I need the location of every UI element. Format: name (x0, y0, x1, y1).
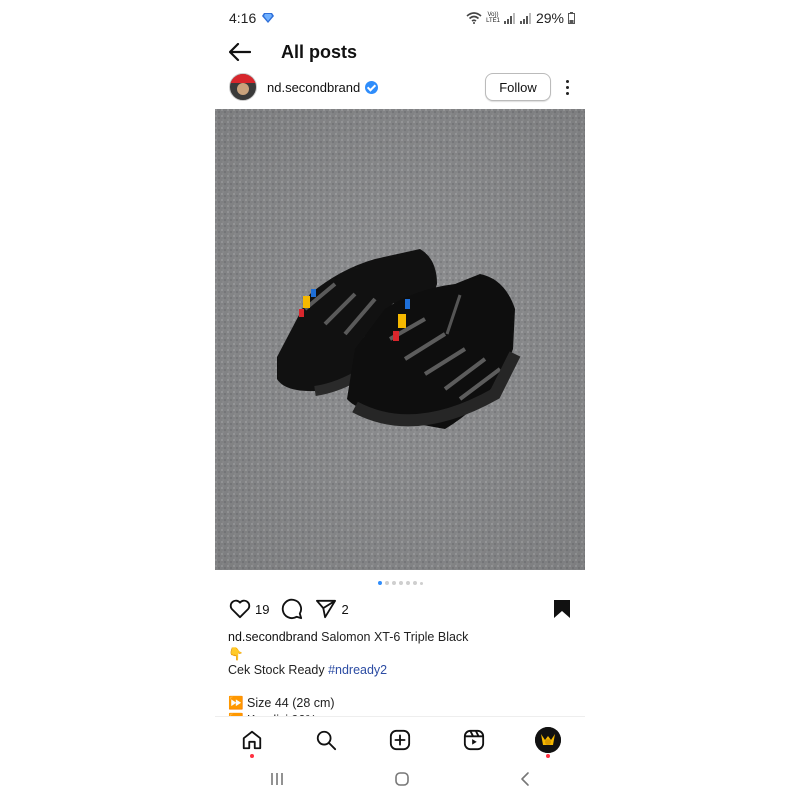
nav-reels[interactable] (459, 725, 489, 755)
caption-emoji: 👇 (228, 646, 244, 661)
status-right: Vo)) LTE1 29% (466, 10, 575, 26)
like-count[interactable]: 19 (255, 602, 269, 617)
nav-create[interactable] (385, 725, 415, 755)
signal-icon (503, 12, 515, 24)
carousel-dot (391, 581, 396, 585)
reels-icon (463, 729, 485, 751)
author-username[interactable]: nd.secondbrand (267, 80, 360, 95)
bookmark-icon[interactable] (553, 599, 571, 619)
search-icon (316, 730, 337, 751)
caption-line-1: nd.secondbrand Salomon XT-6 Triple Black (228, 629, 571, 646)
nav-search[interactable] (311, 725, 341, 755)
carousel-dot (405, 581, 410, 585)
caption-username[interactable]: nd.secondbrand (228, 630, 318, 644)
carousel-dot (412, 581, 417, 585)
post-caption: nd.secondbrand Salomon XT-6 Triple Black… (228, 629, 571, 720)
post-image[interactable] (215, 109, 585, 570)
avatar[interactable] (229, 73, 257, 101)
signal-2-icon (519, 12, 531, 24)
carousel-dot (377, 581, 382, 585)
notification-dot (250, 754, 254, 758)
caption-title: Salomon XT-6 Triple Black (321, 630, 469, 644)
comment-icon[interactable] (281, 598, 303, 620)
battery-percent: 29% (535, 10, 564, 26)
volte-indicator: Vo)) LTE1 (486, 12, 500, 24)
carousel-dot (398, 581, 403, 585)
carousel-dot (384, 581, 389, 585)
home-circle-icon[interactable] (394, 771, 410, 787)
system-nav-bar (215, 764, 585, 794)
nav-home[interactable] (237, 725, 267, 758)
profile-avatar (535, 727, 561, 753)
home-icon (242, 730, 262, 750)
like-group: 19 (229, 599, 269, 619)
bottom-nav (215, 716, 585, 763)
carousel-dot (419, 581, 423, 585)
share-count[interactable]: 2 (341, 602, 348, 617)
recents-icon[interactable] (269, 772, 285, 786)
more-options-icon[interactable] (563, 79, 571, 95)
wifi-icon (466, 12, 482, 24)
header: All posts (229, 38, 357, 66)
battery-icon (568, 12, 575, 24)
shoes-photo (215, 109, 585, 570)
verified-badge-icon (365, 80, 379, 94)
profile-picture (535, 727, 561, 753)
status-time: 4:16 (229, 10, 257, 26)
hashtag-link[interactable]: #ndready2 (328, 663, 387, 677)
caption-blank (228, 679, 571, 696)
post-actions: 19 2 (229, 597, 571, 621)
status-bar: 4:16 Vo)) LTE1 29% (229, 8, 575, 28)
carousel-indicator (215, 581, 585, 585)
post-author-row: nd.secondbrand Follow (229, 72, 571, 102)
paper-plane-icon[interactable] (315, 599, 337, 619)
nav-profile[interactable] (533, 725, 563, 758)
caption-size: ⏩ Size 44 (28 cm) (228, 696, 335, 710)
back-arrow-icon[interactable] (229, 43, 251, 61)
caption-text: Cek Stock Ready (228, 663, 325, 677)
carrier-diamond-icon (262, 13, 275, 23)
comment-group (281, 598, 303, 620)
phone-screen: 4:16 Vo)) LTE1 29% All posts nd.secondbr… (215, 0, 585, 800)
caption-line-2: Cek Stock Ready #ndready2 (228, 662, 571, 679)
plus-square-icon (389, 729, 411, 751)
page-title: All posts (281, 41, 358, 62)
follow-button[interactable]: Follow (485, 73, 551, 101)
notification-dot (546, 754, 550, 758)
heart-icon[interactable] (229, 599, 251, 619)
share-group: 2 (315, 599, 349, 619)
chevron-left-icon[interactable] (519, 771, 531, 787)
volte-bottom: LTE1 (486, 18, 500, 24)
